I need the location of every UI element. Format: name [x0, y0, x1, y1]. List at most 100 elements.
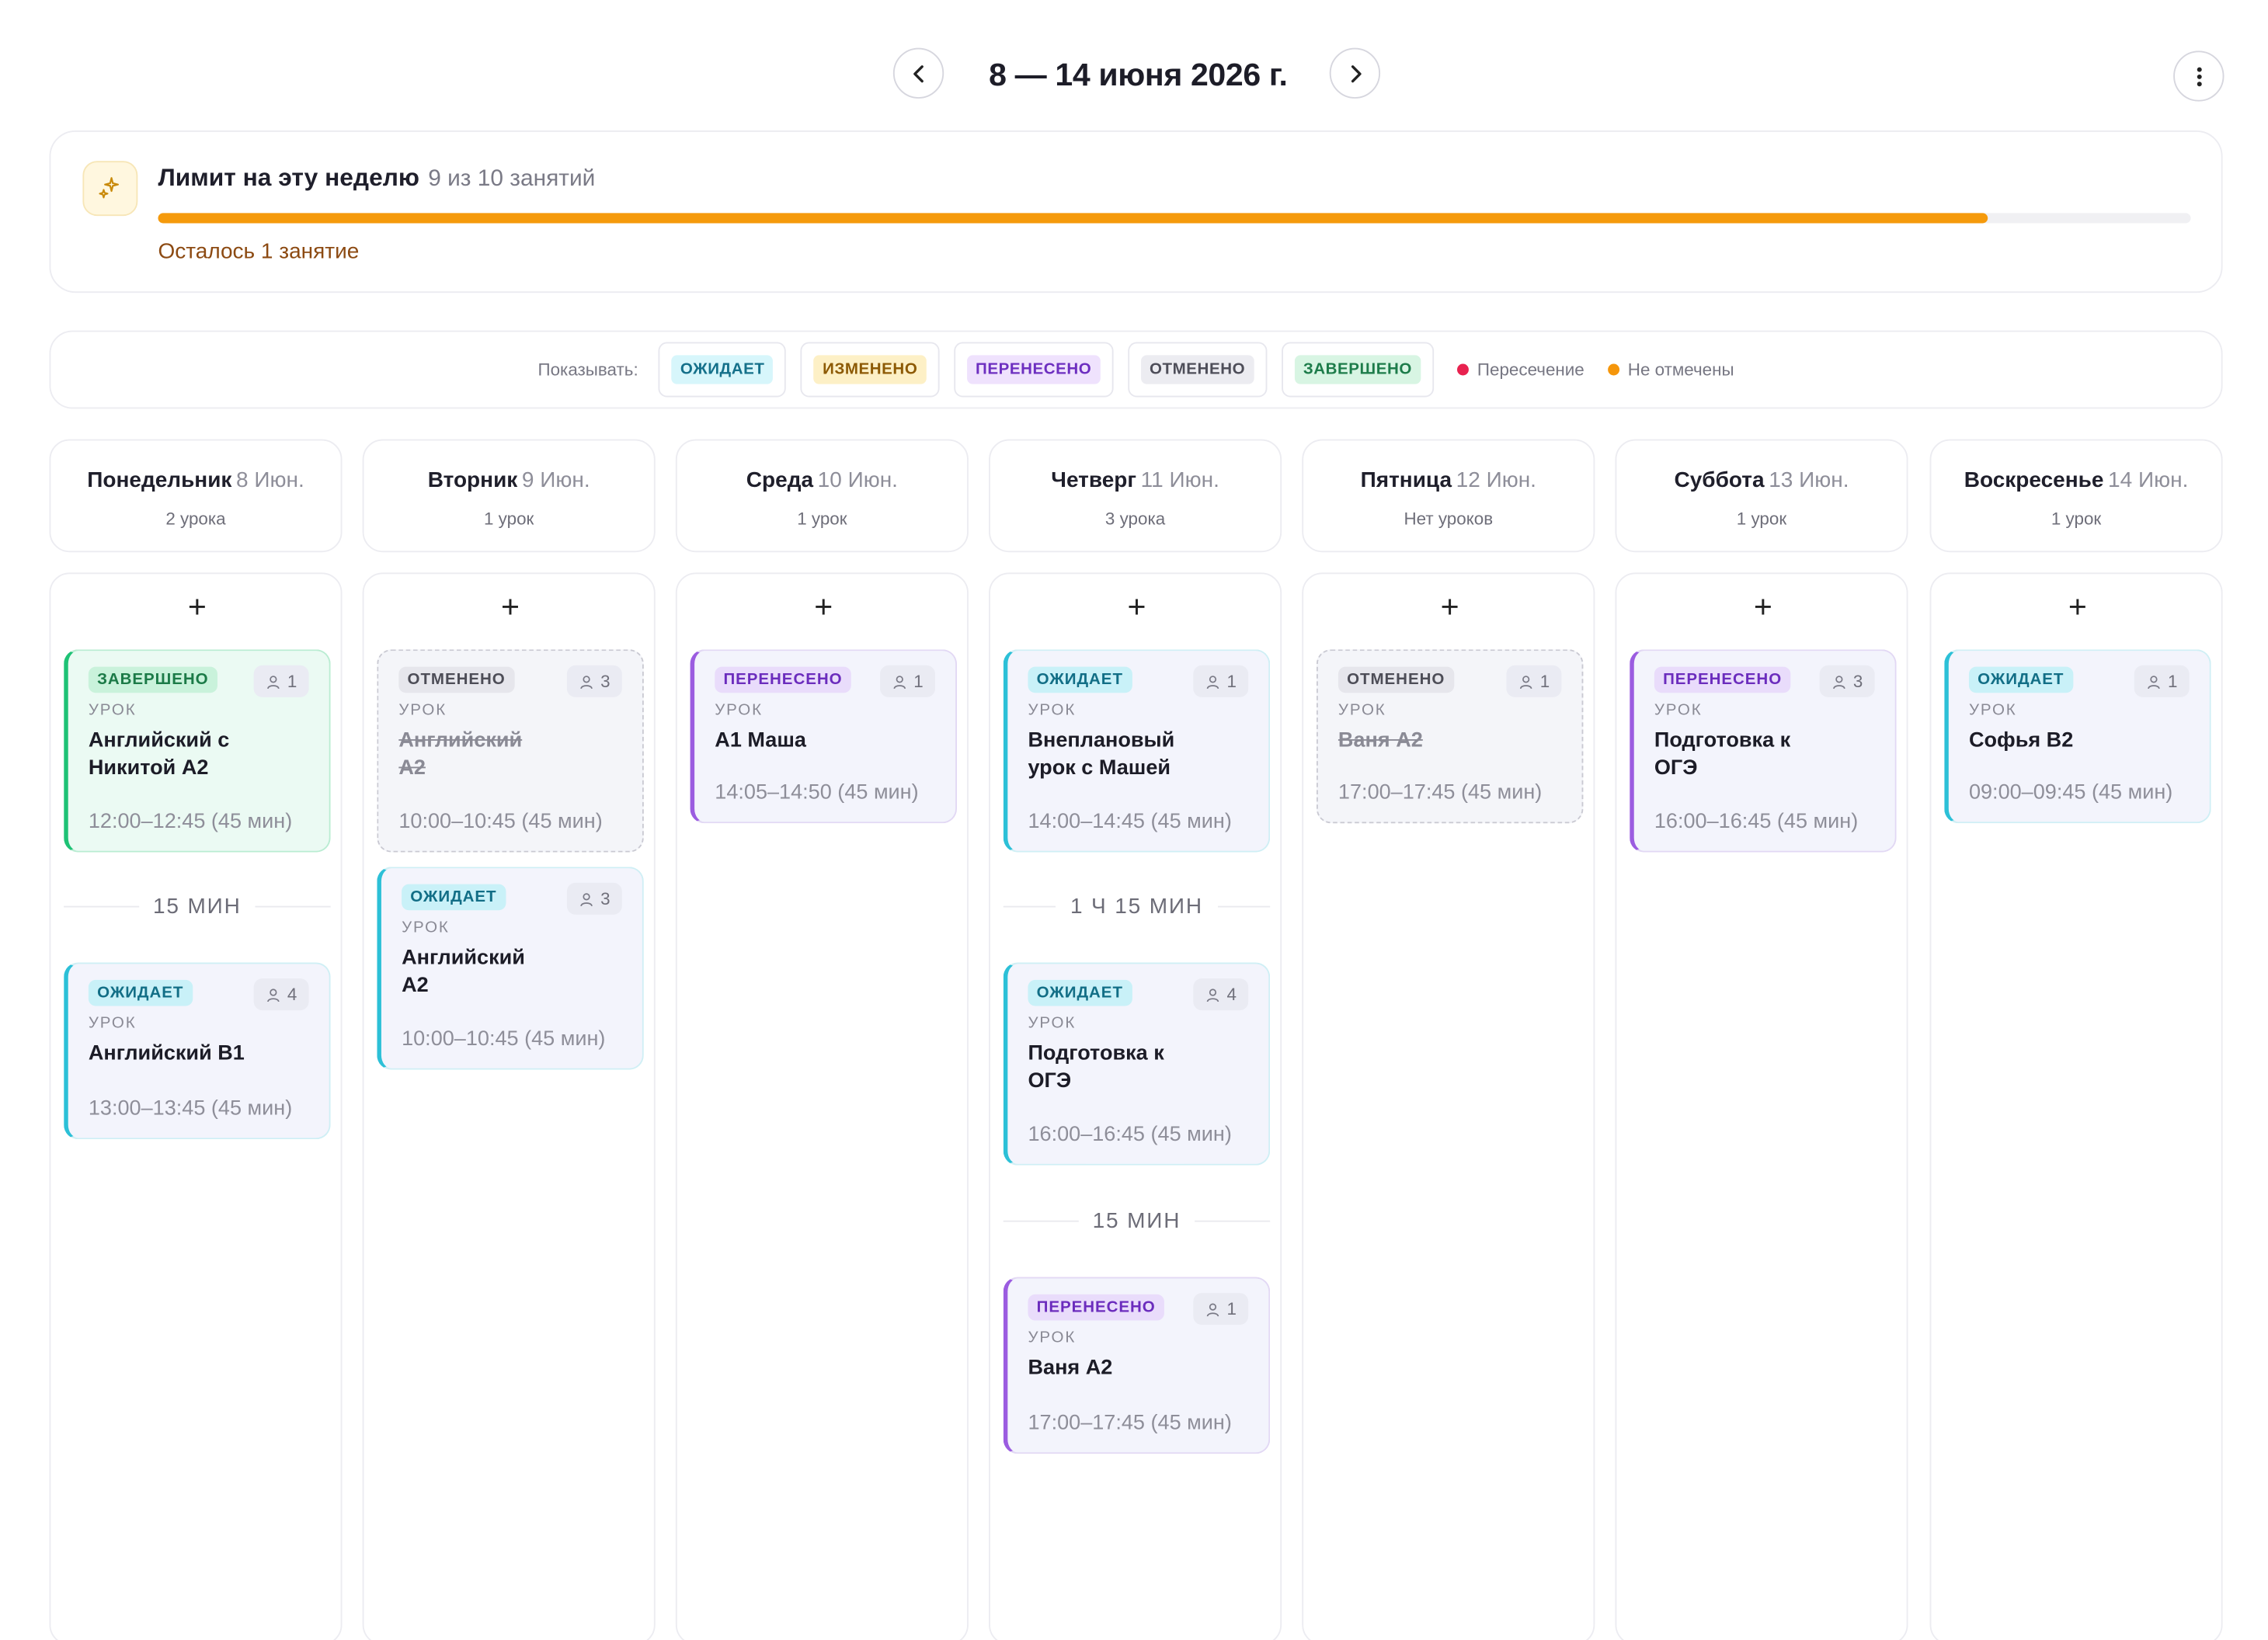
day-lesson-count: 1 урок — [1736, 509, 1787, 530]
lesson-kind: УРОК — [1654, 701, 1703, 719]
lesson-kind: УРОК — [398, 701, 447, 719]
add-lesson-button[interactable]: + — [1738, 589, 1787, 627]
person-icon — [580, 675, 593, 689]
status-badge: ПЕРЕНЕСЕНО — [1654, 666, 1791, 693]
add-lesson-button[interactable]: + — [485, 589, 534, 627]
day-lesson-count: Нет уроков — [1404, 509, 1494, 530]
participants-count: 3 — [566, 665, 622, 697]
prev-week-button[interactable] — [892, 47, 944, 99]
person-icon — [1833, 675, 1845, 689]
lesson-card[interactable]: ОЖИДАЕТ 4 УРОК Подготовка к ОГЭ 16:00–16… — [1003, 962, 1271, 1166]
day-header-sunday: Воскресенье 14 Июн. 1 урок — [1929, 439, 2223, 553]
lesson-kind: УРОК — [1028, 1329, 1077, 1347]
lesson-card[interactable]: ПЕРЕНЕСЕНО 1 УРОК Ваня А2 17:00–17:45 (4… — [1003, 1277, 1271, 1454]
day-date: 11 Июн. — [1140, 467, 1219, 493]
lesson-kind: УРОК — [1337, 701, 1386, 719]
person-icon — [893, 675, 906, 689]
participants-count: 3 — [566, 882, 622, 915]
filter-chip-rescheduled[interactable]: ПЕРЕНЕСЕНО — [954, 342, 1114, 398]
lesson-time: 12:00–12:45 (45 мин) — [88, 810, 293, 834]
week-title: 8 — 14 июня 2026 г. — [989, 56, 1288, 93]
lesson-time: 13:00–13:45 (45 мин) — [88, 1097, 293, 1121]
day-header-wednesday: Среда 10 Июн. 1 урок — [675, 439, 969, 553]
more-options-button[interactable] — [2173, 50, 2225, 102]
lesson-card[interactable]: ПЕРЕНЕСЕНО 1 УРОК А1 Маша 14:05–14:50 (4… — [690, 649, 958, 824]
lesson-time: 14:05–14:50 (45 мин) — [715, 781, 919, 805]
person-icon — [267, 988, 280, 1002]
day-column-wednesday: + ПЕРЕНЕСЕНО 1 УРОК А1 Маша 14:05–14:50 … — [675, 572, 969, 1640]
day-date: 13 Июн. — [1769, 467, 1849, 493]
add-lesson-button[interactable]: + — [2053, 589, 2102, 627]
day-header-thursday: Четверг 11 Июн. 3 урока — [989, 439, 1282, 553]
day-date: 14 Июн. — [2108, 467, 2189, 493]
lesson-kind: УРОК — [88, 1014, 137, 1033]
lesson-card[interactable]: ОЖИДАЕТ 1 УРОК Софья B2 09:00–09:45 (45 … — [1944, 649, 2211, 824]
limit-title: Лимит на эту неделю 9 из 10 занятий — [158, 164, 595, 193]
filter-chip-label: ОЖИДАЕТ — [671, 355, 774, 384]
status-badge: ОЖИДАЕТ — [1028, 666, 1132, 693]
lesson-title: Ваня А2 — [1337, 728, 1423, 752]
lesson-time: 09:00–09:45 (45 мин) — [1968, 781, 2173, 805]
gap-label: 15 МИН — [1092, 1207, 1181, 1233]
person-icon — [1207, 988, 1219, 1002]
limit-count: 9 из 10 занятий — [428, 166, 596, 192]
lesson-title: Английский А2 — [402, 946, 525, 998]
legend-overlap: Пересечение — [1456, 360, 1584, 380]
status-badge: ПЕРЕНЕСЕНО — [715, 666, 851, 693]
filter-chip-label: ОТМЕНЕНО — [1140, 355, 1254, 384]
filter-chip-cancelled[interactable]: ОТМЕНЕНО — [1128, 342, 1268, 398]
more-vertical-icon — [2196, 66, 2201, 86]
day-date: 10 Июн. — [817, 467, 898, 493]
filter-chip-waiting[interactable]: ОЖИДАЕТ — [658, 342, 787, 398]
person-icon — [267, 675, 280, 689]
status-badge: ОТМЕНЕНО — [398, 666, 514, 693]
day-header-monday: Понедельник 8 Июн. 2 урока — [49, 439, 343, 553]
participants-value: 1 — [1226, 671, 1237, 692]
participants-count: 1 — [253, 665, 309, 697]
add-lesson-button[interactable]: + — [1112, 589, 1161, 627]
add-lesson-button[interactable]: + — [172, 589, 221, 627]
gap-label: 1 Ч 15 МИН — [1070, 893, 1204, 919]
filter-chip-completed[interactable]: ЗАВЕРШЕНО — [1281, 342, 1434, 398]
day-lesson-count: 2 урока — [165, 509, 226, 530]
add-lesson-button[interactable]: + — [1425, 589, 1474, 627]
add-lesson-button[interactable]: + — [799, 589, 848, 627]
gap-label: 15 МИН — [152, 893, 242, 919]
participants-count: 4 — [253, 978, 309, 1011]
lesson-time: 17:00–17:45 (45 мин) — [1028, 1412, 1232, 1436]
filter-chip-changed[interactable]: ИЗМЕНЕНО — [801, 342, 940, 398]
participants-value: 1 — [1226, 1298, 1237, 1319]
person-icon — [1520, 675, 1532, 689]
lesson-title: Подготовка к ОГЭ — [1654, 728, 1791, 780]
status-badge: ОЖИДАЕТ — [402, 884, 506, 911]
participants-count: 1 — [1193, 1293, 1249, 1326]
day-date: 8 Июн. — [236, 467, 304, 493]
day-lesson-count: 3 урока — [1104, 509, 1166, 530]
participants-count: 1 — [2134, 665, 2190, 697]
lesson-card[interactable]: ОЖИДАЕТ 4 УРОК Английский B1 13:00–13:45… — [64, 962, 331, 1140]
lesson-kind: УРОК — [715, 701, 763, 719]
participants-value: 1 — [2167, 671, 2178, 692]
lesson-card[interactable]: ПЕРЕНЕСЕНО 3 УРОК Подготовка к ОГЭ 16:00… — [1630, 649, 1897, 853]
time-gap: 15 МИН — [1003, 1206, 1271, 1235]
lesson-card[interactable]: ОТМЕНЕНО 1 УРОК Ваня А2 17:00–17:45 (45 … — [1316, 649, 1584, 824]
day-date: 12 Июн. — [1456, 467, 1536, 493]
participants-value: 1 — [287, 671, 297, 692]
lesson-title: А1 Маша — [715, 728, 806, 752]
lesson-title: Английский с Никитой А2 — [88, 728, 230, 780]
person-icon — [2148, 675, 2160, 689]
next-week-button[interactable] — [1329, 47, 1381, 99]
lesson-card[interactable]: ОТМЕНЕНО 3 УРОК Английский А2 10:00–10:4… — [377, 649, 644, 853]
day-name: Среда — [746, 467, 814, 493]
lesson-card[interactable]: ОЖИДАЕТ 1 УРОК Внеплановый урок с Машей … — [1003, 649, 1271, 853]
day-name: Пятница — [1360, 467, 1452, 493]
lesson-kind: УРОК — [1028, 1014, 1077, 1033]
filter-chip-label: ИЗМЕНЕНО — [813, 355, 927, 384]
lesson-card[interactable]: ЗАВЕРШЕНО 1 УРОК Английский с Никитой А2… — [64, 649, 331, 853]
legend-label: Не отмечены — [1627, 359, 1734, 380]
participants-count: 1 — [880, 665, 936, 697]
person-icon — [580, 892, 593, 906]
filter-chip-label: ЗАВЕРШЕНО — [1294, 355, 1421, 384]
day-lesson-count: 1 урок — [2051, 509, 2102, 530]
lesson-card[interactable]: ОЖИДАЕТ 3 УРОК Английский А2 10:00–10:45… — [377, 867, 644, 1070]
